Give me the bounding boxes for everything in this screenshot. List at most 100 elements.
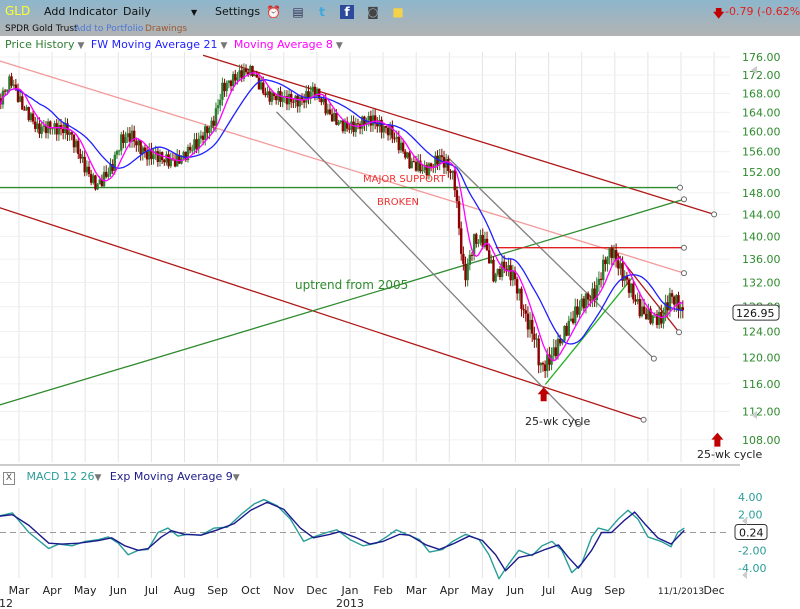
- candle: [673, 296, 676, 305]
- candle: [498, 269, 502, 278]
- candle: [128, 133, 132, 142]
- macd-last-value: 0.24: [739, 527, 764, 540]
- candle: [533, 333, 536, 340]
- caret-icon[interactable]: ▼: [221, 41, 228, 51]
- y-tick-label: 124.00: [742, 326, 781, 339]
- price-chart[interactable]: 176.00 172.00 168.00 164.00 160.00 156.00 152.…: [0, 0, 800, 609]
- candle: [412, 161, 416, 163]
- trendline-major-downtrend-upper: [202, 54, 715, 215]
- candle: [528, 319, 532, 330]
- candle: [139, 140, 142, 155]
- candle: [165, 154, 168, 163]
- candle: [167, 154, 170, 167]
- trendline-gray-channel-1: [276, 111, 579, 425]
- signal-legend[interactable]: Exp Moving Average 9: [110, 470, 233, 483]
- candle: [518, 288, 521, 294]
- candle: [253, 74, 256, 77]
- candle: [554, 347, 558, 357]
- candle: [216, 105, 220, 109]
- candle: [492, 259, 495, 282]
- candle: [266, 91, 269, 96]
- candle: [25, 107, 28, 110]
- caret-icon[interactable]: ▼: [336, 41, 343, 51]
- x-tick-label: Sep: [604, 584, 625, 597]
- candle: [675, 295, 678, 305]
- candle: [466, 264, 469, 281]
- candle: [462, 253, 465, 264]
- candle: [55, 123, 58, 135]
- candle: [617, 260, 620, 269]
- candle: [208, 128, 211, 133]
- close-indicator-button[interactable]: X: [3, 472, 15, 485]
- caret-icon[interactable]: ▼: [77, 41, 84, 51]
- candle: [457, 201, 461, 229]
- candle: [520, 288, 523, 309]
- candle: [604, 259, 607, 265]
- candle: [537, 338, 540, 366]
- candle: [494, 274, 497, 282]
- candle: [606, 257, 609, 265]
- candle: [259, 82, 263, 90]
- candle: [496, 269, 499, 275]
- candle: [576, 306, 579, 315]
- candle: [395, 136, 398, 139]
- candle: [85, 166, 89, 173]
- candle: [42, 125, 46, 127]
- x-tick-label: 11/1/2013: [658, 587, 704, 597]
- candle: [98, 179, 101, 185]
- candle: [328, 109, 332, 115]
- candle: [591, 288, 594, 301]
- candle: [339, 120, 342, 123]
- candle: [214, 108, 218, 126]
- candle: [552, 347, 555, 356]
- candle: [490, 259, 493, 264]
- candle: [158, 152, 162, 162]
- candle: [10, 76, 13, 86]
- candle: [382, 126, 385, 133]
- candle: [126, 133, 129, 138]
- candle: [479, 234, 482, 243]
- x-tick-label: Jun: [109, 584, 127, 597]
- candle: [324, 98, 327, 114]
- ma21-legend[interactable]: FW Moving Average 21: [91, 38, 218, 51]
- candle: [320, 98, 323, 103]
- candle: [87, 166, 91, 175]
- candle: [96, 184, 99, 190]
- trendline-handle: [677, 184, 684, 191]
- candle: [79, 153, 82, 159]
- candle: [201, 135, 205, 140]
- macd-tick-label: 2.00: [738, 509, 763, 522]
- candle: [36, 123, 39, 129]
- candle: [410, 161, 413, 169]
- price-history-legend[interactable]: Price History: [5, 38, 74, 51]
- candle: [122, 134, 125, 143]
- candle: [464, 263, 467, 281]
- candle: [453, 170, 456, 191]
- candle: [632, 283, 635, 300]
- candle: [23, 109, 26, 111]
- y-tick-label: 144.00: [742, 208, 781, 221]
- candle: [599, 278, 603, 281]
- candle: [455, 190, 459, 202]
- candle: [81, 156, 84, 159]
- candle: [219, 99, 222, 106]
- candle: [535, 338, 538, 340]
- caret-icon[interactable]: ▼: [94, 473, 101, 483]
- candle: [223, 82, 226, 92]
- candle: [29, 113, 33, 121]
- caret-icon[interactable]: ▼: [233, 473, 240, 483]
- candle: [556, 338, 560, 357]
- x-tick-label: Nov: [273, 584, 295, 597]
- macd-legend[interactable]: MACD 12 26: [27, 470, 95, 483]
- candle: [102, 171, 106, 187]
- candle: [83, 156, 86, 173]
- candle: [221, 82, 224, 100]
- candle: [634, 299, 637, 302]
- candle: [460, 228, 463, 254]
- candle: [531, 319, 534, 334]
- candle: [262, 82, 265, 94]
- candle: [274, 95, 278, 101]
- year-label: 12: [0, 597, 13, 609]
- ma8-legend[interactable]: Moving Average 8: [234, 38, 333, 51]
- candle: [18, 96, 22, 102]
